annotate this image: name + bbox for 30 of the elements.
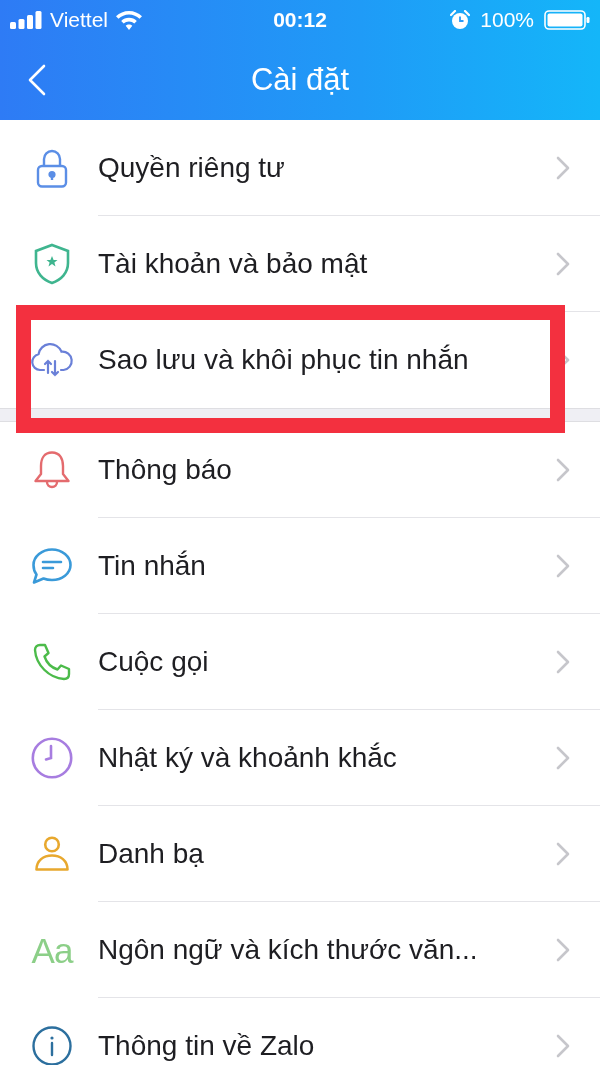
settings-item-label[interactable]: Tin nhắn: [98, 549, 206, 582]
settings-item-label[interactable]: Cuộc gọi: [98, 645, 209, 678]
chevron-right-icon: [565, 355, 570, 365]
settings-item-label[interactable]: Danh bạ: [98, 837, 204, 870]
page-title: Cài đặt: [250, 62, 350, 98]
wifi-icon: [116, 10, 142, 30]
alarm-icon: [450, 10, 471, 30]
chevron-right-icon: [556, 251, 570, 276]
settings-item-label[interactable]: Thông tin về Zalo: [98, 1030, 315, 1062]
settings-item-label[interactable]: Sao lưu và khôi phục tin nhắn: [98, 344, 469, 376]
chevron-right-icon: [556, 841, 570, 866]
settings-item-label[interactable]: Tài khoản và bảo mật: [98, 247, 368, 280]
chevron-right-icon: [556, 649, 570, 674]
chevron-right-icon: [556, 1034, 570, 1058]
settings-item-label[interactable]: Quyền riêng tư: [98, 151, 285, 184]
settings-item-label[interactable]: Thông báo: [98, 453, 232, 486]
chevron-right-icon: [556, 937, 570, 962]
text-size-icon: Aa: [31, 932, 73, 968]
settings-item-label[interactable]: Ngôn ngữ và kích thước văn...: [98, 933, 478, 966]
chevron-right-icon: [556, 553, 570, 578]
chevron-right-icon: [556, 745, 570, 770]
status-time: 00:12: [273, 8, 327, 32]
battery-icon: [544, 10, 590, 30]
chevron-left-icon: [28, 64, 46, 96]
chevron-right-icon: [556, 457, 570, 482]
chevron-right-icon: [556, 155, 570, 180]
carrier-name: Viettel: [50, 8, 108, 32]
settings-item-label[interactable]: Nhật ký và khoảnh khắc: [98, 741, 397, 774]
signal-icon: [10, 11, 42, 29]
battery-percent: 100%: [480, 8, 534, 32]
